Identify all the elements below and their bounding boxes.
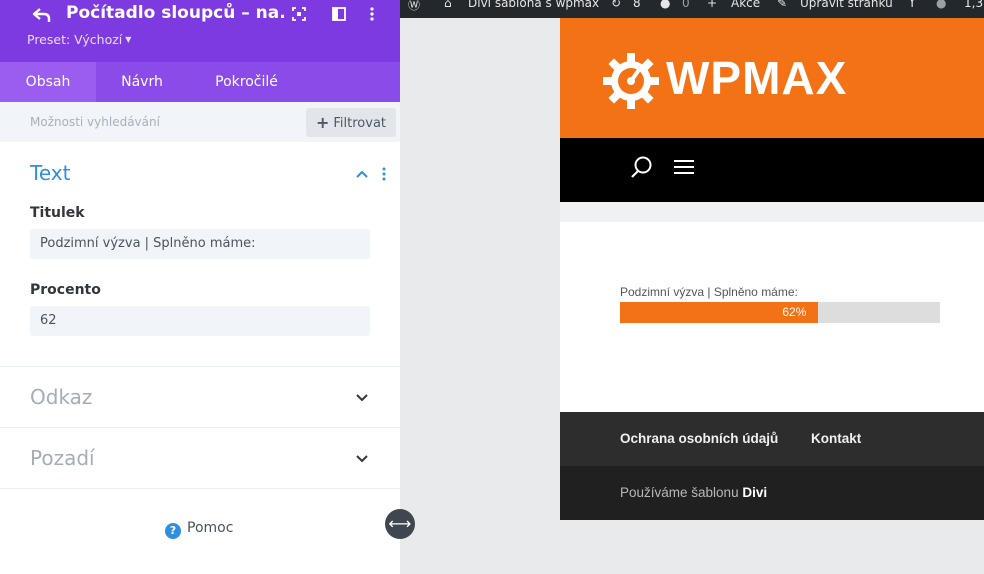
site-preview: WPMAX Podzimní výzva | Splněno máme: 62%… (560, 18, 984, 520)
footer-bottom: Používáme šablonu Divi (560, 466, 984, 520)
search-icon[interactable] (630, 155, 654, 179)
adminbar-new[interactable]: Akce (731, 0, 760, 10)
section-text: Text Titulek Podzimní výzva | Splněno má… (0, 142, 400, 367)
section-pozadi-title: Pozadí (30, 446, 95, 470)
site-header: WPMAX (560, 18, 984, 138)
adminbar-edit-page[interactable]: Upravit stránku (800, 0, 893, 10)
help-icon: ? (165, 523, 181, 539)
filter-button[interactable]: + Filtrovat (306, 108, 396, 137)
procento-label: Procento (30, 282, 101, 298)
adminbar-updates-count[interactable]: 8 (633, 0, 641, 10)
updates-icon: ↻ (611, 0, 622, 10)
help-button[interactable]: ? Pomoc (165, 520, 233, 539)
bar-counter-title: Podzimní výzva | Splněno máme: (620, 285, 798, 299)
titulek-label: Titulek (30, 205, 85, 221)
split-view-icon[interactable] (331, 6, 347, 22)
footer-link-contact[interactable]: Kontakt (811, 431, 861, 446)
chevron-up-icon[interactable] (355, 169, 369, 179)
credits-theme-link[interactable]: Divi (742, 485, 767, 500)
wp-admin-bar: Ⓦ ⌂ Divi šablona s wpmax ↻ 8 ● 0 + Akce … (400, 0, 984, 18)
filter-label: Filtrovat (333, 116, 387, 131)
section-options-icon[interactable] (381, 166, 387, 182)
bar-counter-percent: 62% (782, 305, 807, 319)
preset-label: Preset: Výchozí (27, 32, 123, 47)
section-pozadi[interactable]: Pozadí (0, 428, 400, 489)
comments-icon: ● (660, 0, 671, 10)
panel-header: Počítadlo sloupců – na... Preset: Výchoz… (0, 0, 400, 62)
footer-menu: Ochrana osobních údajů Kontakt (560, 412, 984, 466)
adminbar-comments-count[interactable]: 0 (682, 0, 690, 10)
section-odkaz[interactable]: Odkaz (0, 367, 400, 428)
plus-icon: + (315, 113, 330, 132)
tab-obsah[interactable]: Obsah (0, 62, 96, 102)
preset-selector[interactable]: Preset: Výchozí ▼ (27, 32, 131, 47)
status-dot-icon: ● (936, 0, 947, 10)
caret-down-icon: ▼ (125, 35, 132, 44)
site-logo-text[interactable]: WPMAX (666, 51, 847, 105)
tab-navrh[interactable]: Návrh (96, 62, 188, 102)
header-divider (560, 202, 984, 222)
procento-field[interactable]: 62 (30, 306, 370, 336)
bar-counter-fill: 62% (620, 302, 819, 323)
module-settings-panel: Počítadlo sloupců – na... Preset: Výchoz… (0, 0, 400, 574)
yoast-icon[interactable]: ϒ (908, 0, 916, 10)
options-search-row: Možnosti vyhledávání + Filtrovat (0, 102, 400, 142)
adminbar-site-name[interactable]: Divi šablona s wpmax (468, 0, 599, 10)
panel-title: Počítadlo sloupců – na... (66, 3, 284, 23)
expand-icon[interactable] (291, 6, 307, 22)
plus-icon: + (707, 0, 718, 10)
hamburger-menu-icon[interactable] (674, 158, 694, 176)
bar-counter-track: 62% (620, 302, 940, 323)
undo-icon[interactable] (31, 4, 53, 26)
footer-credits: Používáme šablonu Divi (620, 485, 767, 500)
pencil-icon: ✎ (777, 0, 788, 10)
chevron-down-icon[interactable] (355, 392, 369, 402)
site-nav (560, 138, 984, 202)
tab-pokrocile[interactable]: Pokročilé (188, 62, 305, 102)
footer-link-privacy[interactable]: Ochrana osobních údajů (620, 431, 778, 446)
titulek-field[interactable]: Podzimní výzva | Splněno máme: (30, 229, 370, 259)
home-icon: ⌂ (444, 0, 452, 10)
adminbar-extra[interactable]: 1,3 (964, 0, 983, 10)
section-text-title[interactable]: Text (30, 161, 70, 185)
resize-handle-icon[interactable]: ⟷ (385, 509, 415, 539)
chevron-down-icon[interactable] (355, 453, 369, 463)
wpmax-logo-icon[interactable] (601, 51, 661, 111)
wordpress-icon[interactable]: Ⓦ (408, 0, 420, 13)
credits-prefix: Používáme šablonu (620, 485, 739, 500)
section-odkaz-title: Odkaz (30, 385, 93, 409)
more-options-icon[interactable] (364, 6, 380, 22)
help-label: Pomoc (187, 520, 234, 536)
options-search-input[interactable]: Možnosti vyhledávání (30, 115, 160, 129)
panel-tabs: Obsah Návrh Pokročilé (0, 62, 400, 102)
